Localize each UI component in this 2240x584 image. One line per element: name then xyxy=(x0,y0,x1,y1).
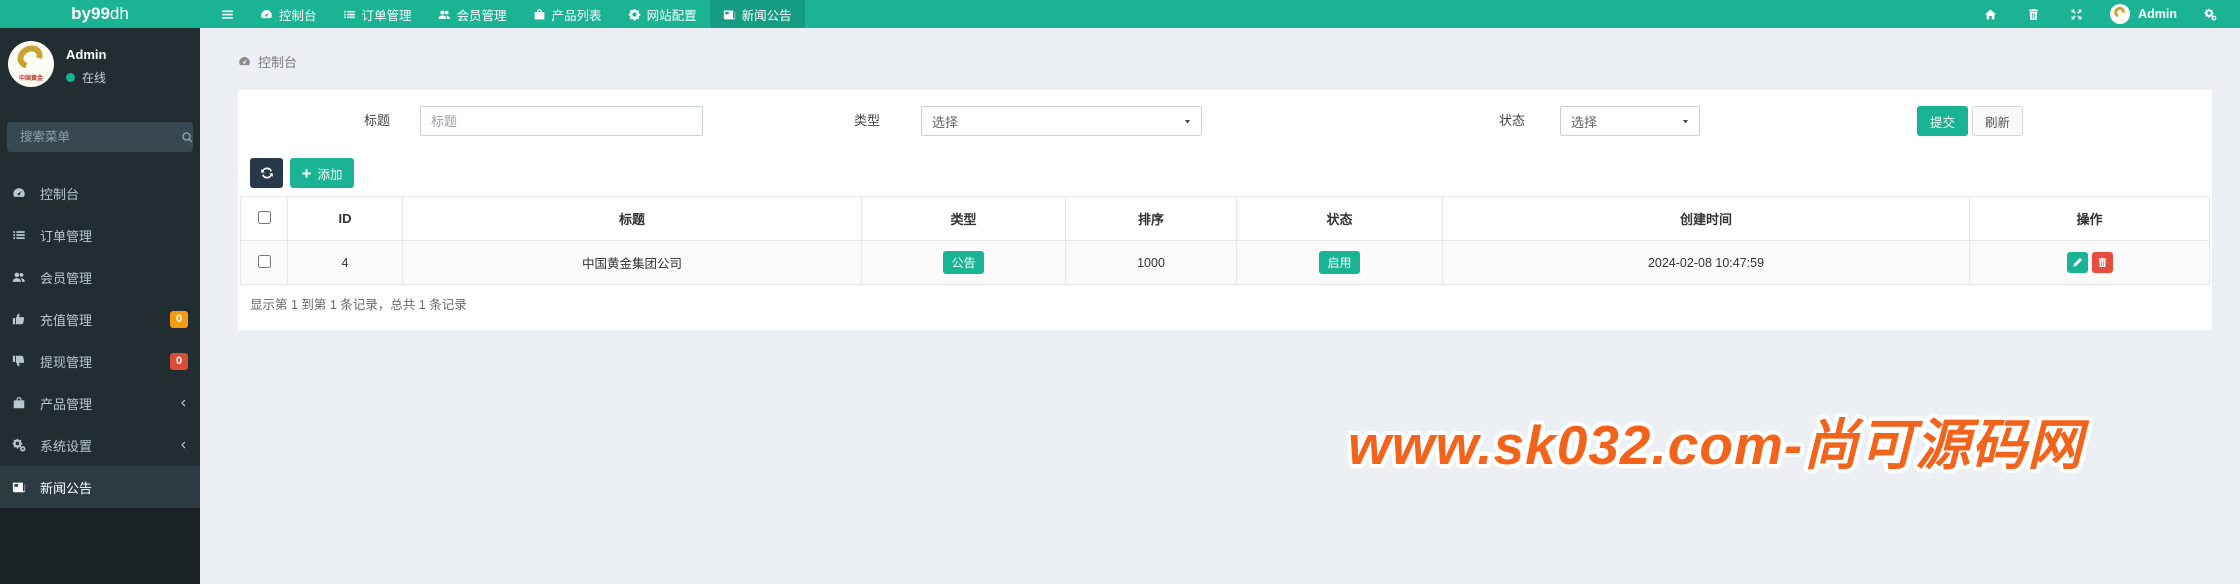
chevron-left-icon xyxy=(178,440,188,450)
sidebar-search xyxy=(7,122,193,152)
sidebar-item-news[interactable]: 新闻公告 xyxy=(0,466,200,508)
status-label: 状态 xyxy=(1499,113,1526,128)
row-actions-cell xyxy=(1969,240,2210,285)
refresh-button[interactable]: 刷新 xyxy=(1972,106,2023,136)
status-badge: 启用 xyxy=(1319,251,1360,274)
home-icon xyxy=(1984,8,1997,21)
count-badge: 0 xyxy=(170,310,188,328)
sidebar-item-members[interactable]: 会员管理 xyxy=(0,256,200,298)
nav-item-orders[interactable]: 订单管理 xyxy=(330,0,425,28)
avatar: 中国黄金 xyxy=(8,41,54,87)
newspaper-icon xyxy=(12,480,34,494)
navbar-user-menu[interactable]: Admin xyxy=(2098,0,2189,28)
sidebar-item-system[interactable]: 系统设置 xyxy=(0,424,200,466)
column-header: 类型 xyxy=(861,196,1066,241)
nav-item-dashboard[interactable]: 控制台 xyxy=(247,0,330,28)
online-status-dot xyxy=(66,73,75,82)
cogs-icon xyxy=(12,438,34,452)
top-navbar: by99dh 控制台 订单管理 会员管理 产品列表 网站配置 新闻公告 Admin xyxy=(0,0,2240,28)
trash-icon xyxy=(2027,8,2040,21)
row-checkbox[interactable] xyxy=(257,254,271,268)
list-icon xyxy=(12,228,34,242)
watermark: www.sk032.com-尚可源码网 xyxy=(1348,414,2084,476)
column-header: ID xyxy=(287,196,403,241)
plus-icon xyxy=(301,168,312,179)
expand-icon xyxy=(2070,8,2083,21)
users-icon xyxy=(438,8,451,21)
sidebar-username: Admin xyxy=(66,47,107,62)
bag-icon xyxy=(12,396,34,410)
settings-button[interactable] xyxy=(2189,0,2232,28)
bag-icon xyxy=(533,8,546,21)
type-badge: 公告 xyxy=(943,251,984,274)
thumbs-down-icon xyxy=(12,354,34,368)
dashboard-icon xyxy=(12,186,34,200)
menu-icon xyxy=(221,8,234,21)
expand-button[interactable] xyxy=(2055,0,2098,28)
row-id-cell: 4 xyxy=(287,240,403,285)
newspaper-icon xyxy=(723,8,736,21)
sidebar-item-product-mgmt[interactable]: 产品管理 xyxy=(0,382,200,424)
breadcrumb: 控制台 xyxy=(238,52,297,71)
users-icon xyxy=(12,270,34,284)
avatar xyxy=(2110,4,2131,24)
column-header: 状态 xyxy=(1236,196,1443,241)
main-content: 控制台 标题 类型 选择 状态 选择 提交 刷新 添加 xyxy=(200,28,2240,584)
refresh-icon xyxy=(260,166,274,180)
add-button[interactable]: 添加 xyxy=(290,158,354,188)
table-row: 4 中国黄金集团公司 公告 1000 启用 2024-02-08 10:47:59 xyxy=(240,240,2210,285)
dashboard-icon xyxy=(238,55,251,68)
online-status-label: 在线 xyxy=(82,71,107,85)
column-header: 操作 xyxy=(1969,196,2210,241)
caret-down-icon xyxy=(1183,117,1192,126)
type-label: 类型 xyxy=(854,113,881,128)
menu-search-input[interactable] xyxy=(8,130,181,144)
sidebar-user-panel: 中国黄金 Admin 在线 xyxy=(0,28,200,102)
pagination-summary: 显示第 1 到第 1 条记录，总共 1 条记录 xyxy=(250,298,467,312)
sidebar-item-orders[interactable]: 订单管理 xyxy=(0,214,200,256)
column-header: 排序 xyxy=(1065,196,1237,241)
title-input[interactable] xyxy=(420,106,703,136)
sidebar-item-dashboard[interactable]: 控制台 xyxy=(0,172,200,214)
select-all-cell xyxy=(240,196,288,241)
row-title-cell: 中国黄金集团公司 xyxy=(402,240,862,285)
trash-button[interactable] xyxy=(2012,0,2055,28)
nav-item-site-config[interactable]: 网站配置 xyxy=(615,0,710,28)
title-label: 标题 xyxy=(364,113,391,128)
submit-button[interactable]: 提交 xyxy=(1917,106,1968,136)
nav-item-members[interactable]: 会员管理 xyxy=(425,0,520,28)
table-reload-button[interactable] xyxy=(250,158,283,188)
list-icon xyxy=(343,8,356,21)
sidebar-item-recharge[interactable]: 充值管理 0 xyxy=(0,298,200,340)
brand-logo[interactable]: by99dh xyxy=(0,0,200,28)
row-created-cell: 2024-02-08 10:47:59 xyxy=(1442,240,1970,285)
caret-down-icon xyxy=(1681,117,1690,126)
edit-button[interactable] xyxy=(2066,252,2088,273)
sidebar: 中国黄金 Admin 在线 控制台订单管理会员管理充值管理0提现管理0产品管理系… xyxy=(0,28,200,584)
count-badge: 0 xyxy=(170,352,188,370)
content-panel: 标题 类型 选择 状态 选择 提交 刷新 添加 ID标题类型排序状态创建时间 xyxy=(238,90,2212,330)
news-table: ID 标题 类型 排序 状态 创建时间 操作 4 中国黄金集团公司 公告 1000 启用 2024-0… xyxy=(240,196,2210,285)
search-icon[interactable] xyxy=(181,131,194,144)
sidebar-filler xyxy=(0,508,200,584)
home-button[interactable] xyxy=(1969,0,2012,28)
cogs-icon xyxy=(2204,8,2217,21)
chevron-left-icon xyxy=(178,398,188,408)
thumbs-up-icon xyxy=(12,312,34,326)
select-all-checkbox[interactable] xyxy=(257,210,271,224)
nav-item-news[interactable]: 新闻公告 xyxy=(709,0,805,28)
navbar-username: Admin xyxy=(2138,7,2177,21)
column-header: 标题 xyxy=(402,196,862,241)
column-header: 创建时间 xyxy=(1442,196,1970,241)
dashboard-icon xyxy=(260,8,273,21)
row-sort-cell: 1000 xyxy=(1065,240,1237,285)
delete-button[interactable] xyxy=(2091,252,2113,273)
sidebar-item-withdraw[interactable]: 提现管理 0 xyxy=(0,340,200,382)
type-select[interactable]: 选择 xyxy=(921,106,1202,136)
nav-item-products[interactable]: 产品列表 xyxy=(520,0,615,28)
status-select[interactable]: 选择 xyxy=(1560,106,1700,136)
gear-icon xyxy=(628,8,641,21)
sidebar-toggle-button[interactable] xyxy=(208,0,247,28)
